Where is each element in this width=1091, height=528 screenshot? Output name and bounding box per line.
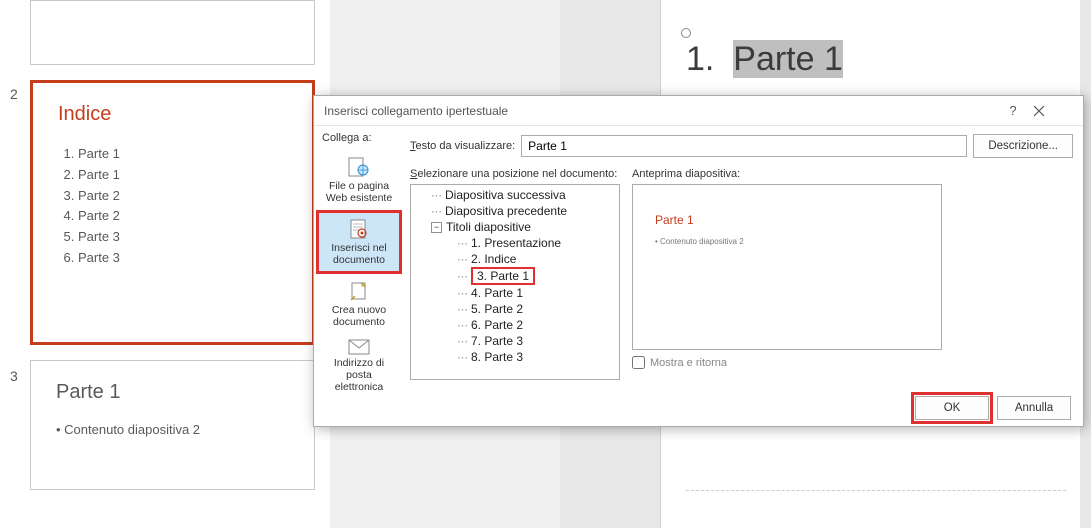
text-to-display-label: Testo da visualizzare:: [410, 140, 515, 152]
list-item: Parte 3: [78, 248, 287, 269]
tree-slide-4[interactable]: ⋯4. Parte 1: [411, 285, 619, 301]
thumb3-title: Parte 1: [56, 381, 289, 404]
collapse-icon[interactable]: −: [431, 222, 442, 233]
document-target-icon: [347, 218, 371, 240]
tree-slide-titles[interactable]: −Titoli diapositive: [411, 219, 619, 235]
tree-slide-7[interactable]: ⋯7. Parte 3: [411, 333, 619, 349]
list-item: Parte 3: [78, 227, 287, 248]
thumb2-title: Indice: [58, 103, 287, 126]
slide-title[interactable]: 1. Parte 1: [686, 40, 843, 79]
globe-page-icon: [347, 156, 371, 178]
list-item: Parte 1: [78, 165, 287, 186]
text-to-display-input[interactable]: [521, 135, 967, 157]
document-position-tree[interactable]: ⋯Diapositiva successiva ⋯Diapositiva pre…: [410, 184, 620, 380]
close-button[interactable]: [1033, 105, 1073, 117]
close-icon: [1033, 105, 1045, 117]
tree-slide-3[interactable]: ⋯3. Parte 1: [411, 267, 619, 285]
show-and-return-label: Mostra e ritorna: [650, 357, 727, 369]
slide-thumb-1[interactable]: [30, 0, 315, 65]
slide-title-text: Parte 1: [733, 40, 843, 78]
link-to-new-doc[interactable]: Crea nuovo documento: [318, 274, 400, 334]
thumb2-list: Parte 1 Parte 1 Parte 2 Parte 2 Parte 3 …: [58, 144, 287, 269]
insert-hyperlink-dialog: Inserisci collegamento ipertestuale ? Co…: [313, 95, 1084, 427]
thumb-number-3: 3: [10, 368, 18, 384]
preview-content: • Contenuto diapositiva 2: [655, 237, 919, 246]
dialog-titlebar[interactable]: Inserisci collegamento ipertestuale ?: [314, 96, 1083, 126]
link-to-sidebar: Collega a: File o pagina Web esistente I…: [314, 126, 404, 390]
list-item: Parte 2: [78, 206, 287, 227]
thumb3-bullet: • Contenuto diapositiva 2: [56, 422, 289, 437]
content-placeholder[interactable]: [686, 490, 1066, 491]
slide-preview: Parte 1 • Contenuto diapositiva 2: [632, 184, 942, 350]
slide-title-number: 1.: [686, 40, 714, 78]
rotation-handle-icon[interactable]: [681, 28, 691, 38]
tree-slide-5[interactable]: ⋯5. Parte 2: [411, 301, 619, 317]
show-and-return-option[interactable]: Mostra e ritorna: [632, 356, 1073, 369]
select-position-label: Selezionare una posizione nel documento:: [410, 168, 620, 180]
dialog-title-text: Inserisci collegamento ipertestuale: [324, 96, 993, 126]
link-to-email[interactable]: Indirizzo di posta elettronica: [318, 336, 400, 396]
slide-thumbnail-panel: 2 Indice Parte 1 Parte 1 Parte 2 Parte 2…: [0, 0, 330, 528]
list-item: Parte 1: [78, 144, 287, 165]
dialog-footer: OK Annulla: [314, 390, 1083, 426]
list-item: Parte 2: [78, 186, 287, 207]
envelope-icon: [347, 339, 371, 355]
tree-slide-6[interactable]: ⋯6. Parte 2: [411, 317, 619, 333]
screen-tip-button[interactable]: Descrizione...: [973, 134, 1073, 158]
cancel-button[interactable]: Annulla: [997, 396, 1071, 420]
ok-button[interactable]: OK: [915, 396, 989, 420]
tree-slide-8[interactable]: ⋯8. Parte 3: [411, 349, 619, 365]
preview-title: Parte 1: [655, 213, 919, 227]
thumb-number-2: 2: [10, 86, 18, 102]
tree-prev-slide[interactable]: ⋯Diapositiva precedente: [411, 203, 619, 219]
new-document-icon: [347, 280, 371, 302]
link-to-file-web[interactable]: File o pagina Web esistente: [318, 150, 400, 210]
link-to-place-in-doc[interactable]: Inserisci nel documento: [318, 212, 400, 272]
slide-thumb-2[interactable]: Indice Parte 1 Parte 1 Parte 2 Parte 2 P…: [30, 80, 315, 345]
link-to-label: Collega a:: [318, 132, 400, 144]
slide-preview-label: Anteprima diapositiva:: [632, 168, 1073, 180]
help-button[interactable]: ?: [993, 96, 1033, 126]
tree-slide-1[interactable]: ⋯1. Presentazione: [411, 235, 619, 251]
tree-slide-2[interactable]: ⋯2. Indice: [411, 251, 619, 267]
show-and-return-checkbox[interactable]: [632, 356, 645, 369]
tree-next-slide[interactable]: ⋯Diapositiva successiva: [411, 187, 619, 203]
slide-thumb-3[interactable]: Parte 1 • Contenuto diapositiva 2: [30, 360, 315, 490]
